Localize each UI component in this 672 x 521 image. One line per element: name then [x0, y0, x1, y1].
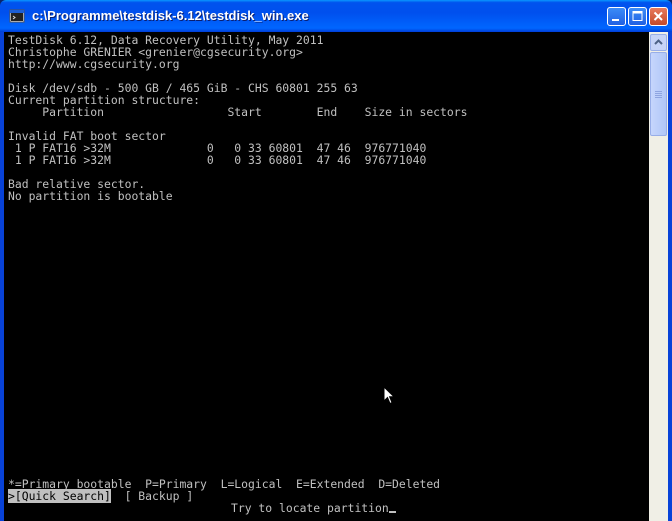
thumb-grip [655, 97, 662, 98]
minimize-button[interactable] [607, 7, 626, 26]
status-text: Try to locate partition [231, 501, 389, 515]
window-border-right [668, 32, 672, 521]
scroll-up-button[interactable] [650, 34, 667, 51]
console-output[interactable]: TestDisk 6.12, Data Recovery Utility, Ma… [4, 32, 649, 521]
maximize-icon [632, 11, 643, 21]
partition-row: 1 P FAT16 >32M 0 0 33 60801 47 46 976771… [8, 153, 427, 167]
maximize-button[interactable] [628, 7, 647, 26]
mouse-pointer-icon [383, 386, 395, 405]
console-line: http://www.cgsecurity.org [8, 57, 180, 71]
scrollbar-thumb[interactable] [650, 52, 667, 136]
backup-option[interactable]: [ Backup ] [125, 489, 194, 503]
vertical-scrollbar[interactable] [649, 32, 668, 521]
thumb-grip [655, 91, 662, 92]
title-bar[interactable]: c:\Programme\testdisk-6.12\testdisk_win.… [0, 0, 672, 32]
thumb-grip [655, 93, 662, 94]
console-window-icon [9, 9, 25, 23]
thumb-grip [655, 95, 662, 96]
text-cursor [388, 511, 396, 513]
minimize-icon [612, 19, 619, 21]
partition-table-header: Partition Start End Size in sectors [8, 105, 468, 119]
close-button[interactable] [649, 7, 668, 26]
console-window: c:\Programme\testdisk-6.12\testdisk_win.… [0, 0, 672, 521]
action-menu: >[Quick Search] [ Backup ] [8, 489, 194, 503]
window-title: c:\Programme\testdisk-6.12\testdisk_win.… [32, 8, 309, 23]
chevron-up-icon [654, 39, 663, 45]
quick-search-option[interactable]: >[Quick Search] [8, 489, 111, 503]
close-icon [653, 11, 663, 21]
status-line: Try to locate partition [231, 502, 396, 514]
bootable-message: No partition is bootable [8, 189, 173, 203]
